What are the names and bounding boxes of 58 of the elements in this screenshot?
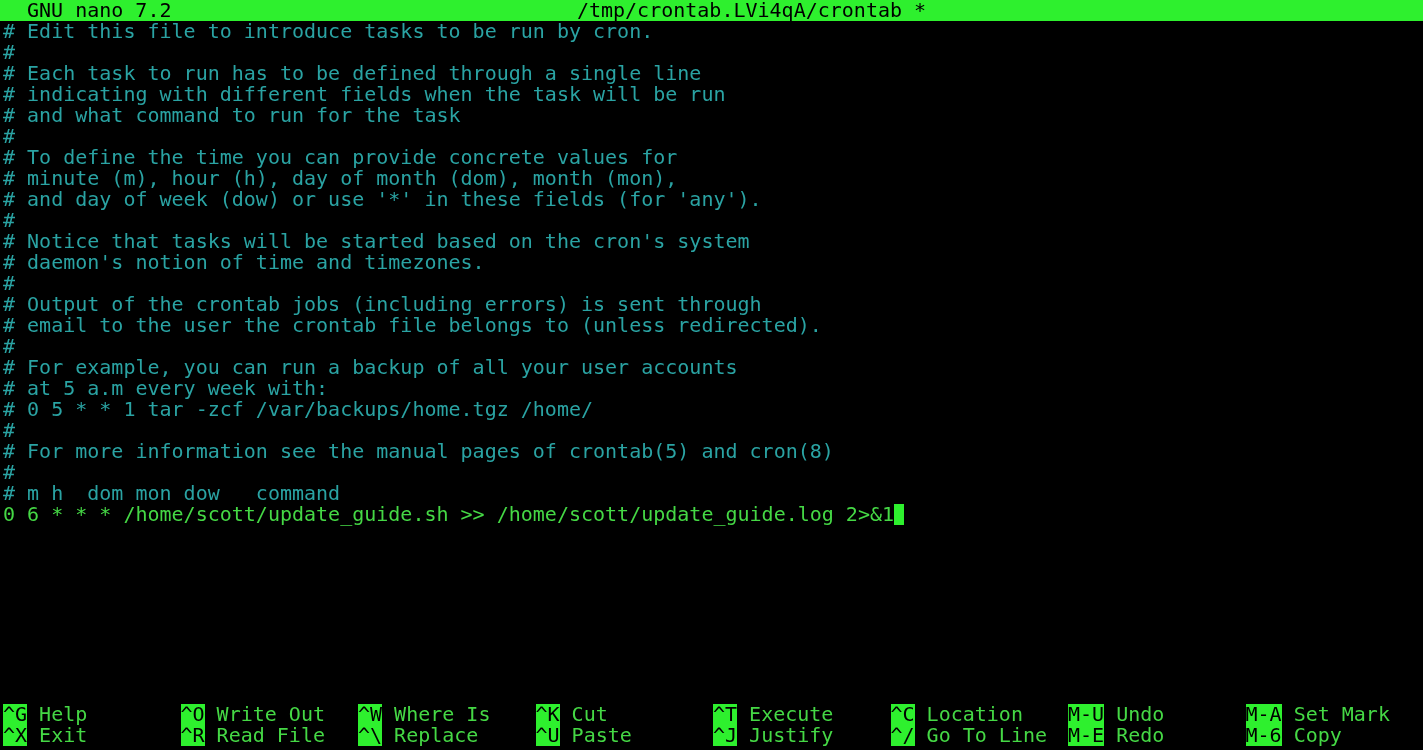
code-line: # indicating with different fields when the task will be run [3,84,726,105]
shortcut-label[interactable]: Where Is [394,704,491,725]
shortcut-label[interactable]: Redo [1116,725,1165,746]
shortcut-key: ^R [180,725,205,746]
shortcut-key: ^G [3,704,28,725]
shortcut-label[interactable]: Read File [216,725,325,746]
shortcut-label[interactable]: Location [926,704,1023,725]
shortcut-key: M-6 [1245,725,1282,746]
code-line: # [3,42,16,63]
app-version: GNU nano 7.2 [26,0,173,21]
code-line: # and what command to run for the task [3,105,461,126]
shortcut-key: ^W [358,704,383,725]
code-line: # minute (m), hour (h), day of month (dom), month (mon), [3,168,678,189]
code-line: # Output of the crontab jobs (including errors) is sent through [3,294,762,315]
shortcut-key: ^/ [890,725,915,746]
code-line: # [3,420,16,441]
shortcut-label[interactable]: Paste [571,725,632,746]
shortcut-label[interactable]: Replace [394,725,479,746]
code-line: # daemon's notion of time and timezones. [3,252,485,273]
shortcut-key: M-U [1068,704,1105,725]
code-line: 0 6 * * * /home/scott/update_guide.sh >> /home/scott/update_guide.log 2>&1 [3,504,895,525]
code-line: # m h dom mon dow command [3,483,341,504]
shortcut-key: ^K [535,704,560,725]
code-line: # For example, you can run a backup of all your user accounts [3,357,738,378]
code-line: # For more information see the manual pages of crontab(5) and cron(8) [3,441,834,462]
code-line: # To define the time you can provide concrete values for [3,147,678,168]
code-line: # 0 5 * * 1 tar -zcf /var/backups/home.tgz /home/ [3,399,593,420]
code-line: # [3,210,16,231]
shortcut-key: ^\ [358,725,383,746]
code-line: # [3,126,16,147]
shortcut-label[interactable]: Write Out [216,704,325,725]
shortcut-key: ^C [890,704,915,725]
shortcut-key: ^O [180,704,205,725]
code-line: # and day of week (dow) or use '*' in these fields (for 'any'). [3,189,762,210]
shortcut-label[interactable]: Set Mark [1293,704,1390,725]
shortcut-key: M-E [1068,725,1105,746]
shortcut-label[interactable]: Go To Line [926,725,1047,746]
shortcut-label[interactable]: Cut [571,704,608,725]
shortcut-label[interactable]: Justify [749,725,834,746]
code-line: # at 5 a.m every week with: [3,378,329,399]
shortcut-key: ^J [713,725,738,746]
shortcut-label[interactable]: Execute [749,704,834,725]
shortcut-key: M-A [1245,704,1282,725]
code-line: # email to the user the crontab file belongs to (unless redirected). [3,315,822,336]
code-line: # Notice that tasks will be started based on the cron's system [3,231,750,252]
code-line: # Edit this file to introduce tasks to be run by cron. [3,21,654,42]
shortcut-label[interactable]: Help [39,704,88,725]
file-path: /tmp/crontab.LVi4qA/crontab * [575,0,927,21]
code-line: # Each task to run has to be defined through a single line [3,63,702,84]
code-line: # [3,273,16,294]
shortcut-label[interactable]: Exit [39,725,88,746]
shortcut-label[interactable]: Copy [1293,725,1342,746]
code-line: # [3,336,16,357]
shortcut-key: ^X [3,725,28,746]
shortcut-key: ^T [713,704,738,725]
code-line: # [3,462,16,483]
shortcut-key: ^U [535,725,560,746]
shortcut-label[interactable]: Undo [1116,704,1165,725]
